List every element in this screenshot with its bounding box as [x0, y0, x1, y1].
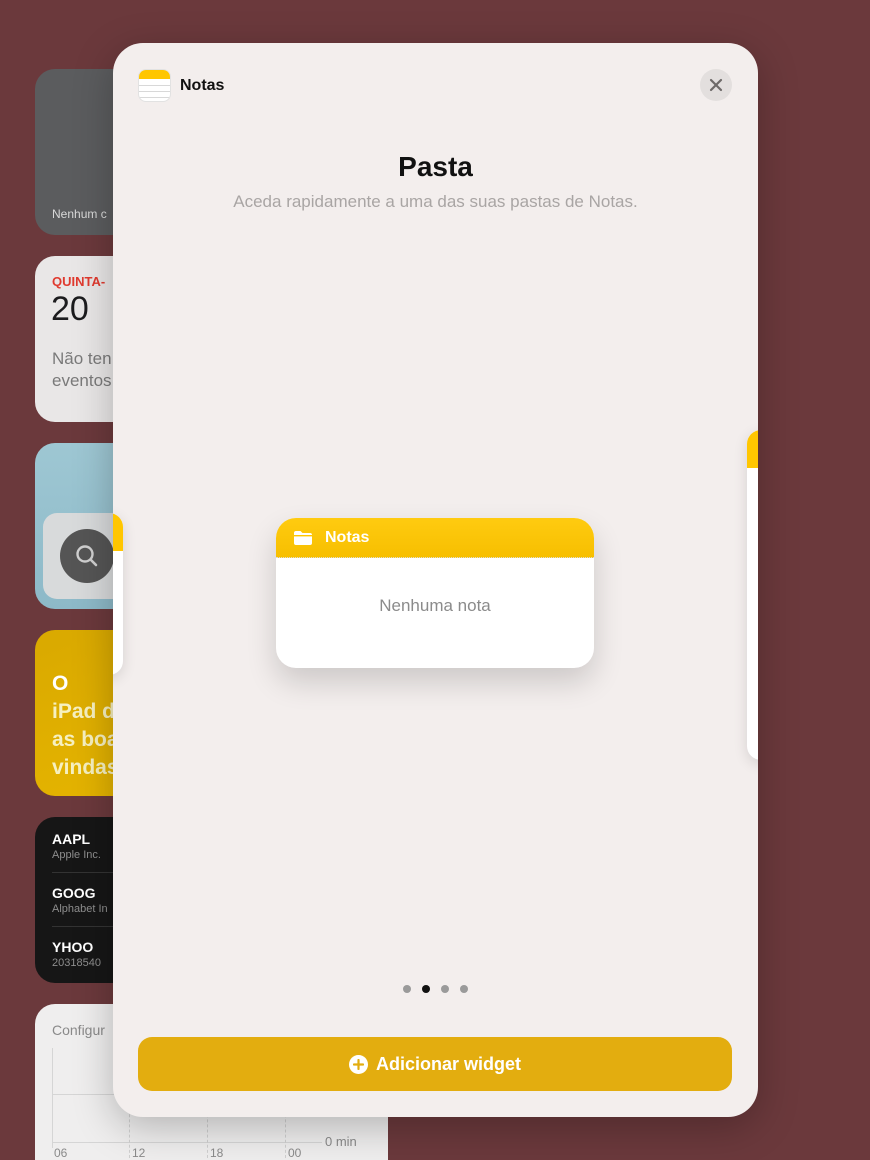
widget-preview[interactable]: Notas Nenhuma nota: [276, 518, 594, 668]
app-header: Notas: [138, 69, 224, 102]
next-widget-preview[interactable]: [747, 430, 758, 760]
screen-time-label: Configur: [52, 1022, 105, 1038]
empty-notes-text: Nenhuma nota: [379, 596, 491, 615]
folder-icon: [294, 530, 312, 545]
widget-gallery-sheet: Notas Pasta Aceda rapidamente a uma das …: [113, 43, 758, 1117]
page-dot[interactable]: [460, 985, 468, 993]
tick-label: 12: [132, 1146, 146, 1160]
axis-label: 0 min: [325, 1134, 357, 1149]
tips-line1: O: [52, 672, 69, 695]
close-icon: [709, 78, 723, 92]
tips-line3: as boa: [52, 728, 119, 751]
tips-line4: vindas: [52, 756, 119, 779]
plus-icon: [348, 1054, 368, 1074]
notes-app-icon: [138, 69, 171, 102]
calendar-date: 20: [51, 290, 89, 328]
page-dot[interactable]: [403, 985, 411, 993]
tick-label: 06: [54, 1146, 68, 1160]
page-dot-active[interactable]: [422, 985, 430, 993]
tick-label: 18: [210, 1146, 224, 1160]
page-indicator[interactable]: [113, 985, 758, 993]
widget-preview-header: Notas: [276, 518, 594, 558]
widget-preview-folder-title: Notas: [325, 528, 370, 546]
close-button[interactable]: [700, 69, 732, 101]
tick-label: 00: [288, 1146, 302, 1160]
add-widget-label: Adicionar widget: [375, 1053, 521, 1074]
calendar-day: QUINTA-: [52, 274, 106, 289]
grid-line: [52, 1142, 322, 1143]
widget-description: Aceda rapidamente a uma das suas pastas …: [233, 192, 638, 211]
search-icon: [60, 529, 114, 583]
previous-widget-preview[interactable]: [113, 513, 123, 675]
tips-line2: iPad d: [52, 700, 116, 723]
widget-gray-text: Nenhum c: [52, 207, 107, 221]
tips-text: O iPad d as boa vindas: [52, 670, 119, 782]
app-name: Notas: [180, 76, 225, 94]
add-widget-button[interactable]: Adicionar widget: [138, 1037, 732, 1091]
widget-title: Pasta: [398, 151, 473, 182]
page-dot[interactable]: [441, 985, 449, 993]
